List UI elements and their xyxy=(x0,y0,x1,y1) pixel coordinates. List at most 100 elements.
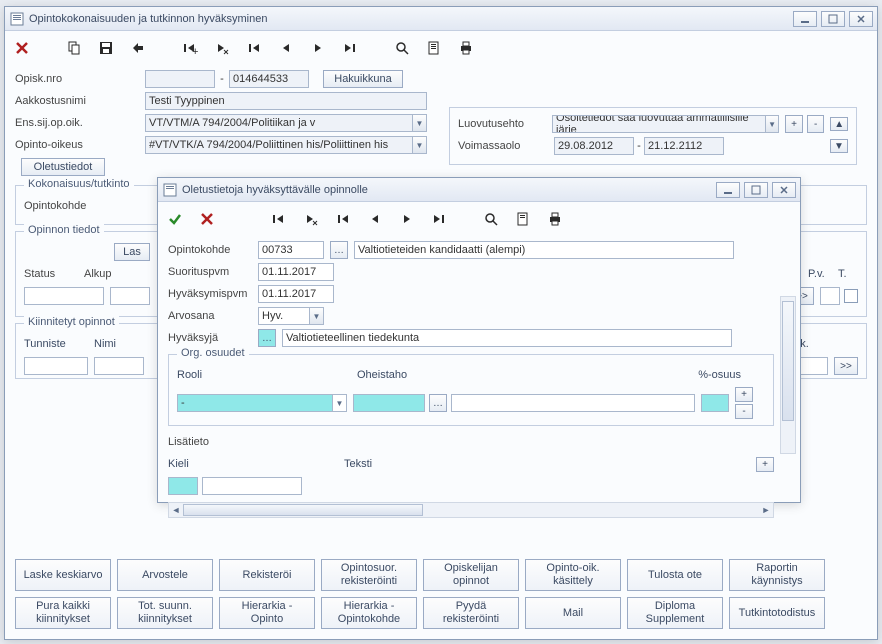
bottom-button-laske-keskiarvo[interactable]: Laske keskiarvo xyxy=(15,559,111,591)
bottom-button-rekister-i[interactable]: Rekisteröi xyxy=(219,559,315,591)
hyvaksyja-field[interactable]: Valtiotieteellinen tiedekunta xyxy=(282,329,732,347)
nimi-field[interactable] xyxy=(94,357,144,375)
remove-button[interactable]: - xyxy=(735,404,753,419)
scroll-thumb[interactable] xyxy=(782,301,794,421)
bottom-button-hierarkia-opintokohde[interactable]: Hierarkia - Opintokohde xyxy=(321,597,417,629)
voimassaolo-from[interactable]: 29.08.2012 xyxy=(554,137,634,155)
lookup-button[interactable]: … xyxy=(258,329,276,347)
remove-button[interactable]: - xyxy=(807,115,825,133)
bottom-button-raportin-k-ynnistys[interactable]: Raportin käynnistys xyxy=(729,559,825,591)
minimize-button[interactable] xyxy=(716,182,740,198)
delete-icon[interactable] xyxy=(11,37,33,59)
print-icon[interactable] xyxy=(455,37,477,59)
chevron-down-icon[interactable]: ▼ xyxy=(309,308,323,324)
nav-start-icon[interactable] xyxy=(243,37,265,59)
bottom-button-opintosuor-rekister-inti[interactable]: Opintosuor. rekisteröinti xyxy=(321,559,417,591)
bottom-button-pyyd-rekister-inti[interactable]: Pyydä rekisteröinti xyxy=(423,597,519,629)
search-icon[interactable] xyxy=(391,37,413,59)
down-button[interactable]: ▼ xyxy=(830,139,848,153)
nav-start-icon[interactable] xyxy=(332,208,354,230)
oheistaho-name[interactable] xyxy=(451,394,695,412)
cancel-icon[interactable] xyxy=(196,208,218,230)
nav-first-icon[interactable] xyxy=(268,208,290,230)
nav-first-icon[interactable]: + xyxy=(179,37,201,59)
opisknro-part1[interactable] xyxy=(145,70,215,88)
bottom-button-opiskelijan-opinnot[interactable]: Opiskelijan opinnot xyxy=(423,559,519,591)
teksti-label: Teksti xyxy=(344,458,372,470)
bottom-button-opinto-oik-k-sittely[interactable]: Opinto-oik. käsittely xyxy=(525,559,621,591)
hakuikkuna-button[interactable]: Hakuikkuna xyxy=(323,70,403,88)
chevron-down-icon[interactable]: ▼ xyxy=(765,116,779,132)
aakkostusnimi-field[interactable]: Testi Tyyppinen xyxy=(145,92,427,110)
svg-text:+: + xyxy=(192,46,198,56)
close-button[interactable] xyxy=(772,182,796,198)
lookup-button[interactable]: … xyxy=(429,394,447,412)
prososuus-field[interactable] xyxy=(701,394,729,412)
arvosana-field[interactable]: Hyv.▼ xyxy=(258,307,324,325)
opintooikeus-field[interactable]: #VT/VTK/A 794/2004/Poliittinen his/Polii… xyxy=(145,136,427,154)
enssijopo-field[interactable]: VT/VTM/A 794/2004/Politiikan ja v▼ xyxy=(145,114,427,132)
nav-x-icon[interactable] xyxy=(300,208,322,230)
alkup-field[interactable] xyxy=(110,287,150,305)
luovutusehto-field[interactable]: Osoitetiedot saa luovuttaa ammatillisill… xyxy=(552,115,779,133)
scroll-right-icon[interactable]: ► xyxy=(759,503,773,517)
bottom-button-hierarkia-opinto[interactable]: Hierarkia - Opinto xyxy=(219,597,315,629)
hyvaksymispvm-field[interactable]: 01.11.2017 xyxy=(258,285,334,303)
minimize-button[interactable] xyxy=(793,11,817,27)
bottom-button-tutkintotodistus[interactable]: Tutkintotodistus xyxy=(729,597,825,629)
maximize-button[interactable] xyxy=(744,182,768,198)
up-button[interactable]: ▲ xyxy=(830,117,848,131)
chevron-down-icon[interactable]: ▼ xyxy=(412,137,426,153)
accept-icon[interactable] xyxy=(164,208,186,230)
document-icon[interactable] xyxy=(512,208,534,230)
suorituspvm-field[interactable]: 01.11.2017 xyxy=(258,263,334,281)
add-button[interactable]: + xyxy=(785,115,803,133)
oletustiedot-button[interactable]: Oletustiedot xyxy=(21,158,105,176)
pv-field[interactable] xyxy=(820,287,840,305)
scroll-thumb[interactable] xyxy=(183,504,423,516)
tunniste-field[interactable] xyxy=(24,357,88,375)
kieli-name-field[interactable] xyxy=(202,477,302,495)
nav-prev-icon[interactable] xyxy=(275,37,297,59)
opisknro-part2[interactable]: 014644533 xyxy=(229,70,309,88)
t-checkbox[interactable] xyxy=(844,289,858,303)
save-icon[interactable] xyxy=(95,37,117,59)
vertical-scrollbar[interactable] xyxy=(780,296,796,454)
las-button[interactable]: Las xyxy=(114,243,150,261)
close-button[interactable] xyxy=(849,11,873,27)
voimassaolo-to[interactable]: 21.12.2112 xyxy=(644,137,724,155)
modal-opintokohde-name[interactable]: Valtiotieteiden kandidaatti (alempi) xyxy=(354,241,734,259)
rooli-field[interactable]: -▼ xyxy=(177,394,347,412)
chevron-down-icon[interactable]: ▼ xyxy=(332,395,346,411)
copy-icon[interactable] xyxy=(63,37,85,59)
kieli-field[interactable] xyxy=(168,477,198,495)
chevron-down-icon[interactable]: ▼ xyxy=(412,115,426,131)
oheistaho-code[interactable] xyxy=(353,394,425,412)
document-icon[interactable] xyxy=(423,37,445,59)
bottom-button-mail[interactable]: Mail xyxy=(525,597,621,629)
bottom-button-pura-kaikki-kiinnitykset[interactable]: Pura kaikki kiinnitykset xyxy=(15,597,111,629)
modal-opintokohde-code[interactable]: 00733 xyxy=(258,241,324,259)
nav-end-icon[interactable] xyxy=(428,208,450,230)
lookup-button[interactable]: … xyxy=(330,241,348,259)
bottom-button-tulosta-ote[interactable]: Tulosta ote xyxy=(627,559,723,591)
bottom-button-tot-suunn-kiinnitykset[interactable]: Tot. suunn. kiinnitykset xyxy=(117,597,213,629)
print-icon[interactable] xyxy=(544,208,566,230)
maximize-button[interactable] xyxy=(821,11,845,27)
add-button[interactable]: + xyxy=(756,457,774,472)
nav-next-button[interactable]: >> xyxy=(834,357,858,375)
nav-prev-icon[interactable] xyxy=(364,208,386,230)
bottom-button-diploma-supplement[interactable]: Diploma Supplement xyxy=(627,597,723,629)
nav-end-icon[interactable] xyxy=(339,37,361,59)
search-icon[interactable] xyxy=(480,208,502,230)
nav-next-icon[interactable] xyxy=(307,37,329,59)
voimassaolo-label: Voimassaolo xyxy=(458,140,554,152)
status-field[interactable] xyxy=(24,287,104,305)
export-icon[interactable] xyxy=(127,37,149,59)
add-button[interactable]: + xyxy=(735,387,753,402)
bottom-button-arvostele[interactable]: Arvostele xyxy=(117,559,213,591)
nav-next-icon[interactable] xyxy=(396,208,418,230)
horizontal-scrollbar[interactable]: ◄ ► xyxy=(168,502,774,518)
scroll-left-icon[interactable]: ◄ xyxy=(169,503,183,517)
nav-x-icon[interactable] xyxy=(211,37,233,59)
